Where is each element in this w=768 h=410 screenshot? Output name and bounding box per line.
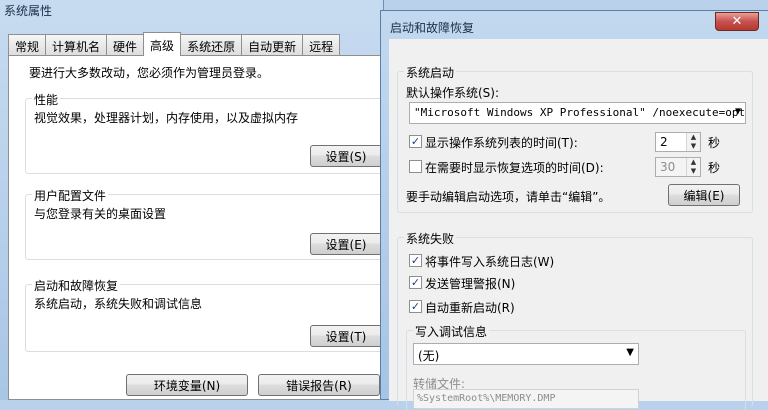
seconds-unit-label: 秒 (708, 161, 721, 175)
default-os-value: "Microsoft Windows XP Professional" /noe… (414, 106, 746, 119)
edit-button[interactable]: 编辑(E) (668, 184, 740, 206)
user-profiles-group: 用户配置文件 与您登录有关的桌面设置 设置(E) (25, 187, 391, 260)
debug-info-legend: 写入调试信息 (413, 323, 490, 340)
seconds-unit-label: 秒 (708, 136, 721, 150)
tab-advanced[interactable]: 高级 (143, 32, 182, 56)
send-alert-label: 发送管理警报(N) (425, 277, 516, 291)
system-failure-legend: 系统失败 (404, 230, 457, 247)
tab-automatic-updates[interactable]: 自动更新 (241, 34, 304, 56)
close-icon[interactable]: ✕ (715, 12, 759, 31)
show-recovery-label: 在需要时显示恢复选项的时间(D): (425, 161, 604, 175)
stepper-arrows-icon[interactable]: ▲ ▼ (686, 158, 700, 176)
startup-recovery-dialog: 启动和故障恢复 ✕ 系统启动 默认操作系统(S): "Microsoft Win… (380, 10, 768, 410)
performance-legend: 性能 (32, 91, 61, 108)
default-os-dropdown[interactable]: "Microsoft Windows XP Professional" /noe… (409, 102, 746, 124)
write-event-label: 将事件写入系统日志(W) (425, 255, 555, 269)
system-properties-window: 系统属性 常规 计算机名 硬件 高级 系统还原 自动更新 远程 要进行大多数改动… (0, 0, 391, 400)
write-event-checkbox[interactable]: ✓ (409, 254, 422, 267)
show-os-list-value: 2 (660, 135, 668, 149)
startup-recovery-settings-button[interactable]: 设置(T) (310, 325, 382, 347)
user-profiles-description: 与您登录有关的桌面设置 (34, 207, 167, 221)
auto-restart-label: 自动重新启动(R) (425, 301, 515, 315)
tab-hardware[interactable]: 硬件 (106, 34, 145, 56)
show-os-list-checkbox[interactable]: ✓ (409, 135, 422, 148)
tab-system-restore[interactable]: 系统还原 (180, 34, 243, 56)
tab-general[interactable]: 常规 (8, 34, 47, 56)
auto-restart-checkbox[interactable]: ✓ (409, 300, 422, 313)
show-os-list-label: 显示操作系统列表的时间(T): (425, 136, 578, 150)
error-reporting-button[interactable]: 错误报告(R) (258, 374, 380, 396)
tab-computer-name[interactable]: 计算机名 (45, 34, 108, 56)
system-startup-legend: 系统启动 (404, 64, 457, 81)
chevron-down-icon: ▼ (626, 347, 634, 358)
show-recovery-stepper[interactable]: 30 ▲ ▼ (655, 157, 701, 177)
default-os-label: 默认操作系统(S): (406, 86, 500, 100)
tab-strip: 常规 计算机名 硬件 高级 系统还原 自动更新 远程 (8, 32, 341, 56)
debug-info-dropdown[interactable]: (无) ▼ (413, 343, 639, 365)
dialog-client-area: 系统启动 默认操作系统(S): "Microsoft Windows XP Pr… (389, 39, 768, 410)
dialog-title: 启动和故障恢复 (390, 21, 475, 35)
debug-info-value: (无) (418, 349, 440, 363)
show-recovery-value: 30 (660, 160, 676, 174)
dump-file-input[interactable]: %SystemRoot%\MEMORY.DMP (413, 389, 639, 409)
startup-recovery-description: 系统启动，系统失败和调试信息 (34, 297, 203, 311)
tab-remote[interactable]: 远程 (302, 34, 341, 56)
advanced-tab-panel: 要进行大多数改动，您必须作为管理员登录。 性能 视觉效果，处理器计划，内存使用，… (8, 55, 391, 400)
send-alert-checkbox[interactable]: ✓ (409, 276, 422, 289)
admin-notice: 要进行大多数改动，您必须作为管理员登录。 (29, 66, 270, 80)
performance-description: 视觉效果，处理器计划，内存使用，以及虚拟内存 (34, 111, 299, 125)
show-recovery-checkbox[interactable] (409, 160, 422, 173)
system-failure-group: 系统失败 ✓ 将事件写入系统日志(W) ✓ 发送管理警报(N) ✓ 自动重新启动… (397, 230, 753, 410)
user-profiles-settings-button[interactable]: 设置(E) (310, 233, 382, 255)
performance-settings-button[interactable]: 设置(S) (310, 145, 382, 167)
startup-recovery-legend: 启动和故障恢复 (32, 277, 121, 294)
window-title: 系统属性 (4, 4, 53, 18)
debug-info-group: 写入调试信息 (无) ▼ 转储文件: %SystemRoot%\MEMORY.D… (406, 323, 746, 410)
environment-variables-button[interactable]: 环境变量(N) (126, 374, 248, 396)
performance-group: 性能 视觉效果，处理器计划，内存使用，以及虚拟内存 设置(S) (25, 91, 391, 174)
stepper-arrows-icon[interactable]: ▲ ▼ (686, 133, 700, 151)
user-profiles-legend: 用户配置文件 (32, 187, 109, 204)
startup-recovery-group: 启动和故障恢复 系统启动，系统失败和调试信息 设置(T) (25, 277, 391, 352)
chevron-down-icon: ▼ (734, 106, 741, 117)
show-os-list-stepper[interactable]: 2 ▲ ▼ (655, 132, 701, 152)
edit-hint-text: 要手动编辑启动选项，请单击“编辑”。 (406, 190, 611, 204)
system-startup-group: 系统启动 默认操作系统(S): "Microsoft Windows XP Pr… (397, 64, 753, 213)
